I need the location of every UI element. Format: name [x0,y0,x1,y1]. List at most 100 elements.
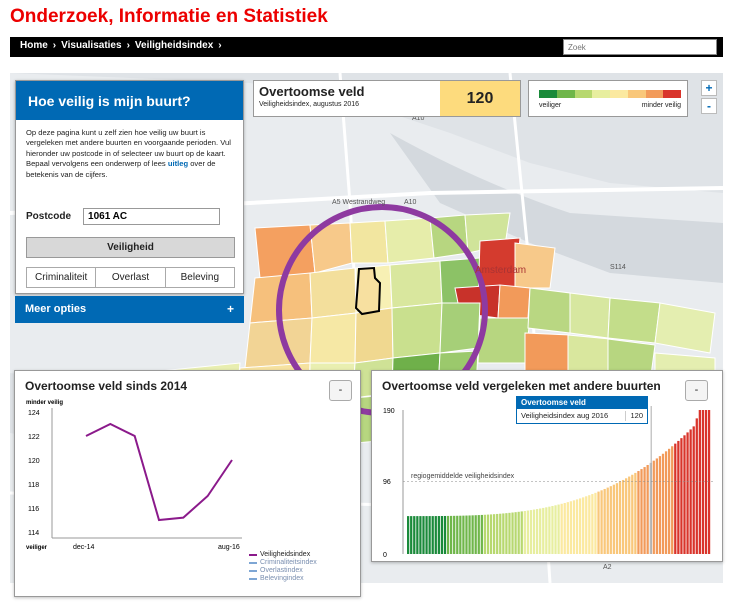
series-line-veiligheidsindex [85,422,233,522]
postcode-row: Postcode [26,208,221,225]
bar [649,462,652,554]
bar [511,512,514,554]
legend-color-scale [539,90,681,98]
bar [468,515,471,554]
y-tick-label: 122 [28,434,40,441]
y-tick-label: 116 [28,506,39,513]
y-tick-label: 120 [28,458,40,465]
bar [631,474,634,554]
criminaliteit-button[interactable]: Criminaliteit [26,267,97,288]
bar [425,516,428,554]
bar [640,469,643,554]
veiligheid-button[interactable]: Veiligheid [26,237,235,258]
bar [698,410,701,554]
tooltip-title: Overtoomse veld [517,397,647,409]
bar [453,515,456,554]
breadcrumb-visualisaties[interactable]: Visualisaties [61,40,121,51]
beleving-button[interactable]: Beleving [165,267,235,288]
zoom-in-button[interactable]: + [701,80,717,96]
legend-right-label: minder veilig [641,102,681,109]
bar [449,515,453,554]
bar [686,432,689,554]
bar [628,476,631,554]
bar [615,483,619,554]
bar [440,516,444,554]
road-label-a10-2: A10 [404,199,417,206]
bar [600,490,603,554]
plus-icon: + [226,302,234,316]
bar [569,501,573,554]
trend-legend: Veiligheidsindex Criminaliteitsindex Ove… [249,551,317,583]
score-value: 120 [440,81,520,116]
bar [514,512,517,554]
y-tick-label: 114 [28,530,39,537]
bar [655,458,658,554]
bar [422,516,425,554]
road-label-a2: A2 [603,564,612,571]
neighbourhood-title-box: Overtoomse veld Veiligheidsindex, august… [253,80,521,117]
bar [692,426,695,554]
search-input[interactable] [563,39,717,55]
bar [575,499,579,554]
y-bottom-label: veiliger [26,545,48,551]
bar [585,496,588,554]
legend-item-belevingindex[interactable]: Belevingindex [249,575,317,583]
bar [671,446,674,554]
bar [680,438,683,554]
legend-item-criminaliteitsindex[interactable]: Criminaliteitsindex [249,559,317,567]
bar [664,451,668,554]
legend-item-overlastindex[interactable]: Overlastindex [249,567,317,575]
y-top-label: minder veilig [26,400,63,406]
bar [474,515,477,554]
uitleg-link[interactable]: uitleg [168,159,188,168]
breadcrumb-veiligheidsindex[interactable]: Veiligheidsindex [135,40,213,51]
bar [413,516,416,554]
postcode-input[interactable] [83,208,221,225]
bar [526,510,530,554]
bar [566,502,569,554]
x-tick-label: aug-16 [218,544,240,551]
bar [637,471,640,554]
bar [486,514,490,554]
bar [658,456,662,554]
bar [437,516,440,554]
bar [545,507,548,554]
x-tick-label: dec-14 [73,544,95,551]
bar [489,514,493,554]
bar [505,513,508,554]
chevron-right-icon: › [126,40,130,51]
panel-heading: Hoe veilig is mijn buurt? [16,81,243,120]
meer-opties-button[interactable]: Meer opties + [15,296,244,323]
bar [535,509,539,554]
y-tick-label: 190 [383,408,395,415]
bar [434,516,437,554]
legend-left-label: veiliger [539,102,562,109]
bar [523,510,526,554]
road-label-a5: A5 Westrandweg [332,199,385,206]
breadcrumb-home[interactable]: Home [20,40,48,51]
overlast-button[interactable]: Overlast [96,267,166,288]
zoom-out-button[interactable]: - [701,98,717,114]
y-tick-label: 124 [28,410,40,417]
legend-item-veiligheidsindex[interactable]: Veiligheidsindex [249,551,317,559]
bar [560,503,563,554]
bar [520,511,523,554]
bar [625,478,628,554]
bar [477,515,480,554]
bar [419,516,422,554]
neighbourhood-name: Overtoomse veld [259,84,365,99]
tooltip-value: 120 [625,411,643,421]
neighbourhood-subtitle: Veiligheidsindex, augustus 2016 [259,101,360,108]
bar [612,484,616,554]
bar [582,497,585,554]
chevron-right-icon: › [218,40,222,51]
bar-tooltip: Overtoomse veld Veiligheidsindex aug 201… [516,396,648,424]
bar [496,513,499,554]
bar [677,440,680,554]
bar [701,410,705,554]
bar [588,495,591,554]
meer-opties-label: Meer opties [25,303,87,315]
bar [502,513,505,554]
color-legend: veiliger minder veilig [528,80,688,117]
panel-description: Op deze pagina kunt u zelf zien hoe veil… [26,128,231,179]
